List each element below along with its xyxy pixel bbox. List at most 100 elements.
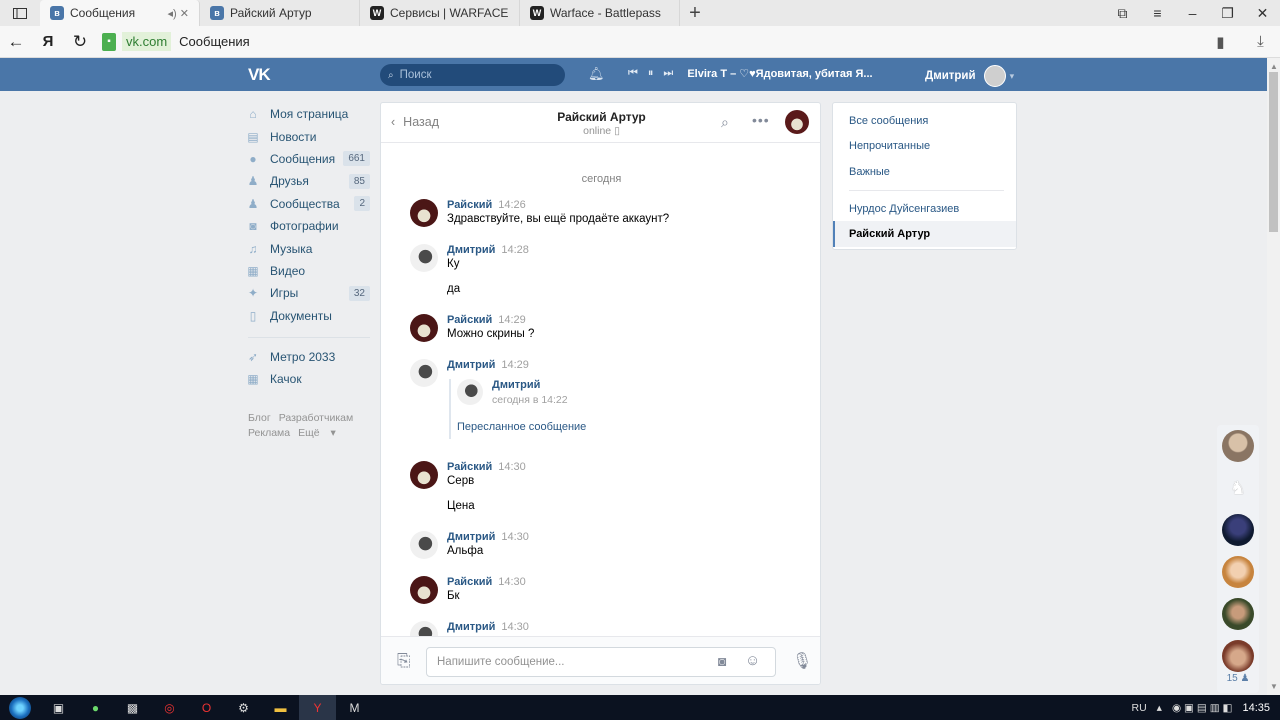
minimize-icon[interactable]: – (1175, 5, 1210, 21)
menu-item-photos[interactable]: ◙ Фотографии (246, 215, 370, 237)
menu-item-my-page[interactable]: ⌂ Моя страница (246, 103, 370, 125)
avatar[interactable] (410, 244, 438, 272)
maximize-icon[interactable]: ❐ (1210, 5, 1245, 22)
avatar[interactable] (410, 359, 438, 387)
sender-name[interactable]: Райский (447, 461, 492, 473)
start-button[interactable] (0, 695, 40, 720)
filter-important[interactable]: Важные (833, 159, 1016, 185)
avatar[interactable] (1222, 514, 1254, 546)
avatar[interactable] (410, 576, 438, 604)
more-icon[interactable]: ••• (752, 112, 770, 128)
sender-name[interactable]: Дмитрий (447, 244, 495, 256)
message-group[interactable]: Дмитрий 14:30 (410, 621, 810, 636)
taskbar-game-icon[interactable]: ▩ (114, 695, 151, 720)
vk-logo[interactable]: VK (248, 65, 271, 85)
previous-track-icon[interactable]: ⏮︎ (628, 67, 638, 80)
scroll-up-icon[interactable]: ▲ (1270, 62, 1278, 71)
yandex-icon[interactable]: Я (32, 33, 64, 50)
sender-name[interactable]: Дмитрий (447, 359, 495, 371)
avatar[interactable] (1222, 640, 1254, 672)
avatar[interactable] (1222, 430, 1254, 462)
avatar[interactable] (1222, 556, 1254, 588)
tray-expand-icon[interactable]: ▴ (1157, 702, 1162, 714)
tray-icons[interactable]: ◉ ▣ ▤ ▥ ◧ (1172, 702, 1233, 714)
avatar[interactable]: ♞ (1222, 472, 1254, 504)
avatar[interactable] (457, 379, 483, 405)
refresh-icon[interactable]: ↻ (64, 32, 96, 52)
avatar[interactable] (410, 531, 438, 559)
attach-paperclip-icon[interactable]: ⎘ (397, 651, 411, 671)
menu-item-app-kachok[interactable]: ▦ Качок (246, 368, 370, 390)
close-icon[interactable]: ✕ (1245, 5, 1280, 22)
browser-tab-warface-battlepass[interactable]: W Warface - Battlepass (520, 0, 680, 26)
avatar[interactable] (410, 199, 438, 227)
message-group[interactable]: Райский 14:26 Здравствуйте, вы ещё продаё… (410, 199, 810, 239)
camera-icon[interactable]: ◙ (718, 653, 726, 669)
friends-online-count[interactable]: 15 ♟ (1217, 673, 1259, 684)
language-indicator[interactable]: RU (1132, 702, 1147, 714)
sender-name[interactable]: Дмитрий (447, 531, 495, 543)
dialog-nurdos[interactable]: Нурдос Дуйсенгазиев (833, 196, 1016, 222)
menu-item-games[interactable]: ✦ Игры 32 (246, 282, 370, 304)
avatar[interactable] (410, 461, 438, 489)
menu-item-messages[interactable]: ● Сообщения 661 (246, 148, 370, 170)
taskbar-utorrent-icon[interactable]: ● (77, 695, 114, 720)
browser-tab-messages[interactable]: в Сообщения ◂) ✕ (40, 0, 200, 26)
taskbar-folder-icon[interactable]: ▬ (262, 695, 299, 720)
sender-name[interactable]: Дмитрий (447, 621, 495, 633)
scroll-thumb[interactable] (1269, 72, 1278, 232)
browser-tab-warface-services[interactable]: W Сервисы | WARFACE (360, 0, 520, 26)
emoji-icon[interactable]: ☺ (745, 652, 760, 669)
scroll-down-icon[interactable]: ▼ (1270, 682, 1278, 691)
pause-icon[interactable]: ⏸︎ (648, 67, 654, 80)
sender-name[interactable]: Райский (447, 576, 492, 588)
next-track-icon[interactable]: ⏭︎ (663, 67, 673, 80)
forwarded-sender[interactable]: Дмитрий (492, 379, 540, 391)
search-input[interactable]: ⌕ Поиск (380, 64, 565, 86)
message-group[interactable]: Дмитрий 14:28 Ку да (410, 244, 810, 304)
notifications-bell-icon[interactable]: 🔔︎ (588, 66, 605, 82)
bookmarks-icon[interactable]: ⧉ (1105, 5, 1140, 22)
message-group[interactable]: Райский 14:30 Бк (410, 576, 810, 616)
taskbar-opera-alt-icon[interactable]: O (188, 695, 225, 720)
footer-link-ads[interactable]: Реклама (248, 427, 290, 439)
menu-item-music[interactable]: ♫ Музыка (246, 237, 370, 259)
avatar[interactable] (410, 621, 438, 636)
taskbar-yandex-browser-icon[interactable]: Y (299, 695, 336, 720)
avatar[interactable] (410, 314, 438, 342)
bookmark-icon[interactable]: ▮ (1216, 33, 1224, 51)
avatar[interactable] (785, 110, 809, 134)
taskbar-warface-icon[interactable]: M (336, 695, 373, 720)
back-arrow-icon[interactable]: ← (0, 32, 32, 52)
forwarded-message[interactable]: Дмитрий сегодня в 14:22 Пересланное сооб… (449, 379, 649, 439)
message-history[interactable]: сегодня Райский 14:26 Здравствуйте, вы ещ… (381, 144, 820, 636)
browser-tab-artur[interactable]: в Райский Артур (200, 0, 360, 26)
menu-icon[interactable]: ≡ (1140, 5, 1175, 21)
menu-item-docs[interactable]: ▯ Документы (246, 305, 370, 327)
dialog-artur[interactable]: Райский Артур (833, 221, 1016, 247)
filter-all-messages[interactable]: Все сообщения (833, 108, 1016, 134)
message-group[interactable]: Райский 14:30 Серв Цена (410, 461, 810, 521)
footer-link-blog[interactable]: Блог (248, 412, 271, 424)
url-field[interactable]: ▪ vk.com Сообщения (102, 31, 1182, 53)
taskbar-opera-icon[interactable]: ◎ (151, 695, 188, 720)
message-group[interactable]: Дмитрий 14:30 Альфа (410, 531, 810, 571)
menu-item-app-metro[interactable]: ➶ Метро 2033 (246, 346, 370, 368)
sender-name[interactable]: Райский (447, 199, 492, 211)
forwarded-message-link[interactable]: Пересланное сообщение (457, 421, 586, 433)
taskbar-app-icon[interactable]: ⚙ (225, 695, 262, 720)
sender-name[interactable]: Райский (447, 314, 492, 326)
download-icon[interactable]: ⤓ (1257, 33, 1264, 51)
clock[interactable]: 14:35 (1242, 702, 1270, 714)
tabs-panel-icon[interactable] (0, 0, 40, 26)
filter-unread[interactable]: Непрочитанные (833, 134, 1016, 160)
menu-item-news[interactable]: ▤ Новости (246, 125, 370, 147)
track-title[interactable]: Elvira T – ♡♥Ядовитая, убитая Я... (687, 67, 872, 80)
menu-item-groups[interactable]: ♟ Сообщества 2 (246, 193, 370, 215)
menu-item-friends[interactable]: ♟ Друзья 85 (246, 170, 370, 192)
footer-link-dev[interactable]: Разработчикам (279, 412, 354, 424)
taskbar-explorer-icon[interactable]: ▣ (40, 695, 77, 720)
microphone-icon[interactable]: 🎙︎ (792, 651, 812, 671)
menu-item-video[interactable]: ▦ Видео (246, 260, 370, 282)
message-group[interactable]: Райский 14:29 Можно скрины ? (410, 314, 810, 354)
